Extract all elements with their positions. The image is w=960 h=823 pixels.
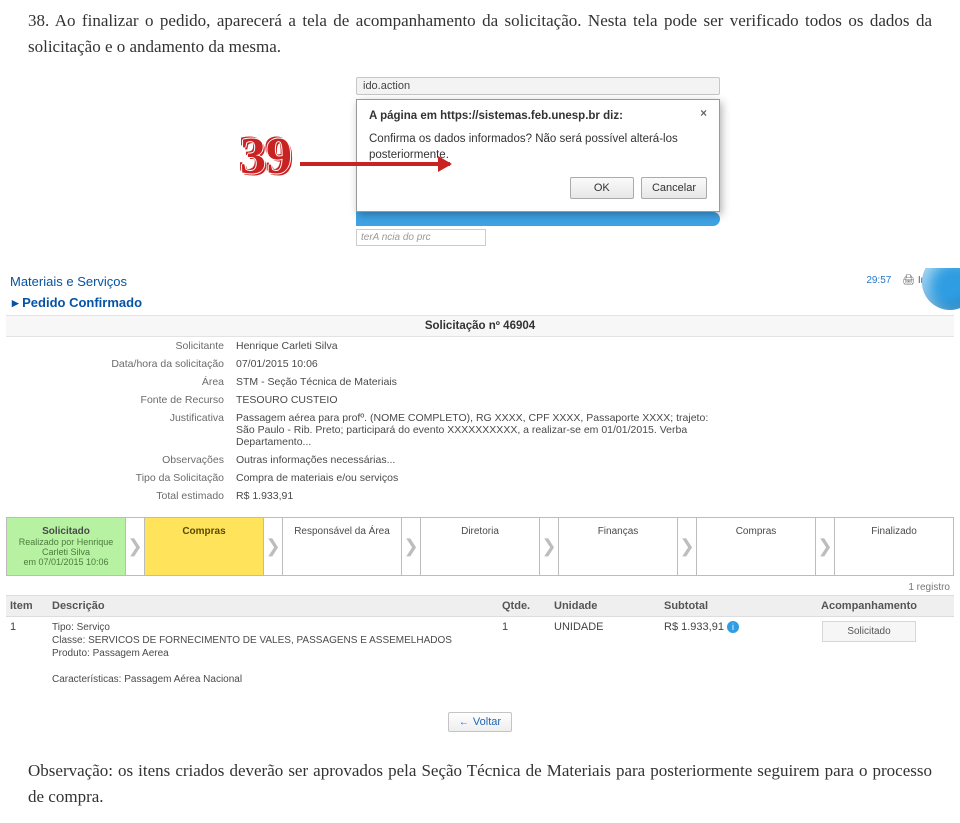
- url-fragment: ido.action: [356, 77, 720, 95]
- wf-step-finalizado: Finalizado: [834, 517, 954, 576]
- step-number-39: 39: [240, 127, 292, 186]
- request-title: Solicitação nº 46904: [6, 315, 954, 337]
- value-solicitante: Henrique Carleti Silva: [236, 340, 338, 352]
- chevron-right-icon: ❯: [816, 517, 834, 576]
- cell-item: 1: [6, 621, 52, 686]
- cell-unidade: UNIDADE: [554, 621, 664, 686]
- workflow: Solicitado Realizado por Henrique Carlet…: [6, 517, 954, 576]
- wf-step-compras: Compras: [144, 517, 264, 576]
- col-item: Item: [6, 600, 52, 612]
- label-observacoes: Observações: [6, 454, 236, 466]
- value-justificativa: Passagem aérea para profº. (NOME COMPLET…: [236, 412, 716, 448]
- status-badge: Solicitado: [822, 621, 915, 642]
- cell-acompanhamento: Solicitado: [784, 621, 954, 686]
- cancel-button[interactable]: Cancelar: [641, 177, 707, 199]
- cell-qtde: 1: [502, 621, 554, 686]
- wf-step-compras2: Compras: [696, 517, 816, 576]
- wf-step-financas: Finanças: [558, 517, 678, 576]
- close-icon[interactable]: ×: [700, 108, 707, 120]
- label-area: Área: [6, 376, 236, 388]
- col-acompanhamento: Acompanhamento: [784, 600, 954, 612]
- col-descricao: Descrição: [52, 600, 502, 612]
- info-icon[interactable]: i: [727, 621, 739, 633]
- label-datahora: Data/hora da solicitação: [6, 358, 236, 370]
- chevron-right-icon: ❯: [540, 517, 558, 576]
- cell-subtotal: R$ 1.933,91i: [664, 621, 784, 686]
- intro-text: 38. Ao finalizar o pedido, aparecerá a t…: [0, 0, 960, 73]
- section-heading: Materiais e Serviços: [6, 268, 131, 291]
- value-total: R$ 1.933,91: [236, 490, 293, 502]
- value-fonte: TESOURO CUSTEIO: [236, 394, 338, 406]
- subsection-heading: ▸ Pedido Confirmado: [6, 291, 954, 315]
- observacao-text: Observação: os itens criados deverão ser…: [0, 740, 960, 823]
- truncated-input[interactable]: [356, 229, 486, 246]
- label-solicitante: Solicitante: [6, 340, 236, 352]
- system-panel: Materiais e Serviços 29:57 🖨 Imprimir ▸ …: [0, 268, 960, 732]
- chevron-right-icon: ❯: [264, 517, 282, 576]
- wf-step-responsavel: Responsável da Área: [282, 517, 402, 576]
- chevron-right-icon: ❯: [402, 517, 420, 576]
- ok-button[interactable]: OK: [570, 177, 634, 199]
- dialog-snapshot: ido.action A página em https://sistemas.…: [240, 77, 720, 246]
- value-observacoes: Outras informações necessárias...: [236, 454, 395, 466]
- value-tipo: Compra de materiais e/ou serviços: [236, 472, 398, 484]
- cell-descricao: Tipo: Serviço Classe: SERVICOS DE FORNEC…: [52, 621, 502, 686]
- arrow-icon: [300, 162, 450, 166]
- blue-band: [356, 212, 720, 226]
- record-count: 1 registro: [6, 580, 954, 595]
- confirm-dialog: A página em https://sistemas.feb.unesp.b…: [356, 99, 720, 212]
- session-timer: 29:57: [866, 275, 891, 286]
- table-row: 1 Tipo: Serviço Classe: SERVICOS DE FORN…: [6, 617, 954, 690]
- value-area: STM - Seção Técnica de Materiais: [236, 376, 397, 388]
- label-tipo: Tipo da Solicitação: [6, 472, 236, 484]
- label-total: Total estimado: [6, 490, 236, 502]
- label-fonte: Fonte de Recurso: [6, 394, 236, 406]
- chevron-right-icon: ❯: [678, 517, 696, 576]
- voltar-button[interactable]: Voltar: [448, 712, 512, 732]
- chevron-right-icon: ❯: [126, 517, 144, 576]
- dialog-title: A página em https://sistemas.feb.unesp.b…: [369, 110, 623, 122]
- wf-step-solicitado: Solicitado Realizado por Henrique Carlet…: [6, 517, 126, 576]
- value-datahora: 07/01/2015 10:06: [236, 358, 318, 370]
- col-unidade: Unidade: [554, 600, 664, 612]
- col-qtde: Qtde.: [502, 600, 554, 612]
- wf-step-diretoria: Diretoria: [420, 517, 540, 576]
- items-table: Item Descrição Qtde. Unidade Subtotal Ac…: [6, 595, 954, 690]
- dialog-message: Confirma os dados informados? Não será p…: [369, 132, 707, 163]
- col-subtotal: Subtotal: [664, 600, 784, 612]
- label-justificativa: Justificativa: [6, 412, 236, 448]
